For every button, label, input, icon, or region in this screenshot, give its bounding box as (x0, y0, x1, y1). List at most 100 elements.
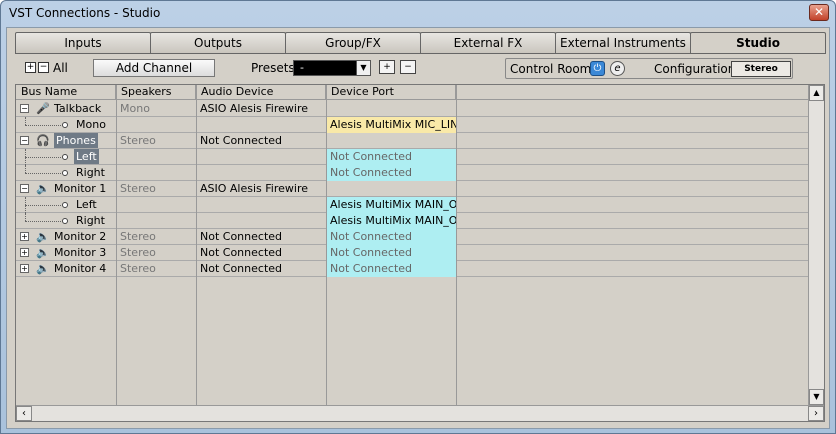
device-port-cell[interactable] (326, 133, 456, 149)
tab-external-instruments[interactable]: External Instruments (555, 32, 691, 54)
speakers-cell[interactable]: Stereo (116, 261, 196, 277)
add-channel-button[interactable]: Add Channel (93, 59, 215, 77)
store-preset-icon[interactable]: + (379, 60, 395, 74)
tree-connector (25, 157, 61, 158)
table-row[interactable]: − 🎧 Phones Stereo Not Connected (16, 133, 808, 149)
close-icon: ✕ (813, 5, 825, 19)
bus-name: Monitor 4 (54, 262, 107, 275)
bus-name-cell[interactable]: + 🔈 Monitor 4 (16, 261, 116, 277)
bus-name-cell[interactable]: Right (16, 165, 116, 181)
expand-collapse-all[interactable]: + − (25, 62, 51, 74)
expand-all-icon[interactable]: + (25, 62, 36, 73)
audio-device-cell[interactable]: ASIO Alesis Firewire (196, 181, 326, 197)
table-row[interactable]: Left Not Connected (16, 149, 808, 165)
scroll-up-icon[interactable]: ▲ (809, 85, 824, 101)
presets-value: - (300, 61, 304, 74)
speakers-cell[interactable]: Stereo (116, 245, 196, 261)
chevron-down-icon[interactable]: ▼ (356, 61, 370, 75)
scroll-down-icon[interactable]: ▼ (809, 389, 824, 405)
bus-name-cell[interactable]: − 🎧 Phones (16, 133, 116, 149)
col-bus-name[interactable]: Bus Name (16, 85, 116, 100)
audio-device-cell[interactable]: Not Connected (196, 261, 326, 277)
speakers-cell[interactable]: Stereo (116, 181, 196, 197)
power-icon[interactable]: ⏻ (590, 61, 605, 76)
bus-name-cell[interactable]: + 🔈 Monitor 3 (16, 245, 116, 261)
bus-name-cell[interactable]: Right (16, 213, 116, 229)
tree-connector (25, 205, 61, 206)
horizontal-scrollbar[interactable]: ‹ › (16, 405, 824, 421)
audio-device-cell[interactable] (196, 213, 326, 229)
bus-name-cell[interactable]: + 🔈 Monitor 2 (16, 229, 116, 245)
bus-name: Talkback (54, 102, 102, 115)
table-row[interactable]: Left Alesis MultiMix MAIN_OUT (16, 197, 808, 213)
tab-group-fx[interactable]: Group/FX (285, 32, 421, 54)
collapse-icon[interactable]: − (20, 136, 29, 145)
device-port-cell[interactable] (326, 181, 456, 197)
window-title: VST Connections - Studio (9, 6, 161, 20)
bus-name-cell[interactable]: − 🔈 Monitor 1 (16, 181, 116, 197)
speakers-cell[interactable]: Stereo (116, 229, 196, 245)
speakers-cell[interactable]: Stereo (116, 133, 196, 149)
audio-device-cell[interactable] (196, 197, 326, 213)
audio-device-cell[interactable]: Not Connected (196, 245, 326, 261)
expand-icon[interactable]: + (20, 232, 29, 241)
speakers-cell[interactable] (116, 117, 196, 133)
table-row[interactable]: − 🔈 Monitor 1 Stereo ASIO Alesis Firewir… (16, 181, 808, 197)
channel-name: Right (76, 166, 105, 179)
collapse-icon[interactable]: − (20, 184, 29, 193)
scroll-left-icon[interactable]: ‹ (16, 406, 32, 421)
collapse-all-icon[interactable]: − (38, 62, 49, 73)
speakers-cell[interactable]: Mono (116, 101, 196, 117)
expand-icon[interactable]: + (20, 248, 29, 257)
speakers-cell[interactable] (116, 213, 196, 229)
configuration-value[interactable]: Stereo (731, 61, 791, 77)
remove-preset-icon[interactable]: − (400, 60, 416, 74)
device-port-cell[interactable]: Alesis MultiMix MAIN_OUT (326, 213, 456, 229)
tab-external-fx[interactable]: External FX (420, 32, 556, 54)
control-room-group: Control Room: ⏻ e Configuration: Stereo (505, 58, 793, 79)
col-device-port[interactable]: Device Port (326, 85, 456, 100)
collapse-icon[interactable]: − (20, 104, 29, 113)
audio-device-cell[interactable] (196, 117, 326, 133)
device-port-cell[interactable]: Alesis MultiMix MAIN_OUT (326, 197, 456, 213)
tab-outputs[interactable]: Outputs (150, 32, 286, 54)
expand-icon[interactable]: + (20, 264, 29, 273)
tab-studio[interactable]: Studio (690, 32, 826, 54)
presets-select[interactable]: - ▼ (293, 60, 371, 76)
device-port-cell[interactable]: Not Connected (326, 165, 456, 181)
bus-name-cell[interactable]: − 🎤 Talkback (16, 101, 116, 117)
audio-device-cell[interactable] (196, 165, 326, 181)
title-bar[interactable]: VST Connections - Studio ✕ (1, 1, 835, 27)
tab-inputs[interactable]: Inputs (15, 32, 151, 54)
table-row[interactable]: + 🔈 Monitor 4 Stereo Not Connected Not C… (16, 261, 808, 277)
speakers-cell[interactable] (116, 197, 196, 213)
speakers-cell[interactable] (116, 165, 196, 181)
device-port-cell[interactable] (326, 101, 456, 117)
device-port-cell[interactable]: Not Connected (326, 261, 456, 277)
audio-device-cell[interactable] (196, 149, 326, 165)
bus-name-cell[interactable]: Mono (16, 117, 116, 133)
speakers-cell[interactable] (116, 149, 196, 165)
scroll-right-icon[interactable]: › (808, 406, 824, 421)
table-row[interactable]: Mono Alesis MultiMix MIC_LINE (16, 117, 808, 133)
device-port-cell[interactable]: Not Connected (326, 149, 456, 165)
table-row[interactable]: Right Not Connected (16, 165, 808, 181)
col-speakers[interactable]: Speakers (116, 85, 196, 100)
bus-name-cell[interactable]: Left (16, 149, 116, 165)
table-row[interactable]: − 🎤 Talkback Mono ASIO Alesis Firewire (16, 101, 808, 117)
table-row[interactable]: Right Alesis MultiMix MAIN_OUT (16, 213, 808, 229)
audio-device-cell[interactable]: Not Connected (196, 133, 326, 149)
client-area: Inputs Outputs Group/FX External FX Exte… (6, 27, 830, 429)
audio-device-cell[interactable]: Not Connected (196, 229, 326, 245)
col-audio-device[interactable]: Audio Device (196, 85, 326, 100)
device-port-cell[interactable]: Alesis MultiMix MIC_LINE (326, 117, 456, 133)
vertical-scrollbar[interactable]: ▲ ▼ (808, 85, 824, 405)
device-port-cell[interactable]: Not Connected (326, 229, 456, 245)
bus-name-cell[interactable]: Left (16, 197, 116, 213)
table-row[interactable]: + 🔈 Monitor 3 Stereo Not Connected Not C… (16, 245, 808, 261)
device-port-cell[interactable]: Not Connected (326, 245, 456, 261)
edit-icon[interactable]: e (610, 61, 625, 76)
audio-device-cell[interactable]: ASIO Alesis Firewire (196, 101, 326, 117)
table-row[interactable]: + 🔈 Monitor 2 Stereo Not Connected Not C… (16, 229, 808, 245)
close-button[interactable]: ✕ (809, 4, 829, 21)
